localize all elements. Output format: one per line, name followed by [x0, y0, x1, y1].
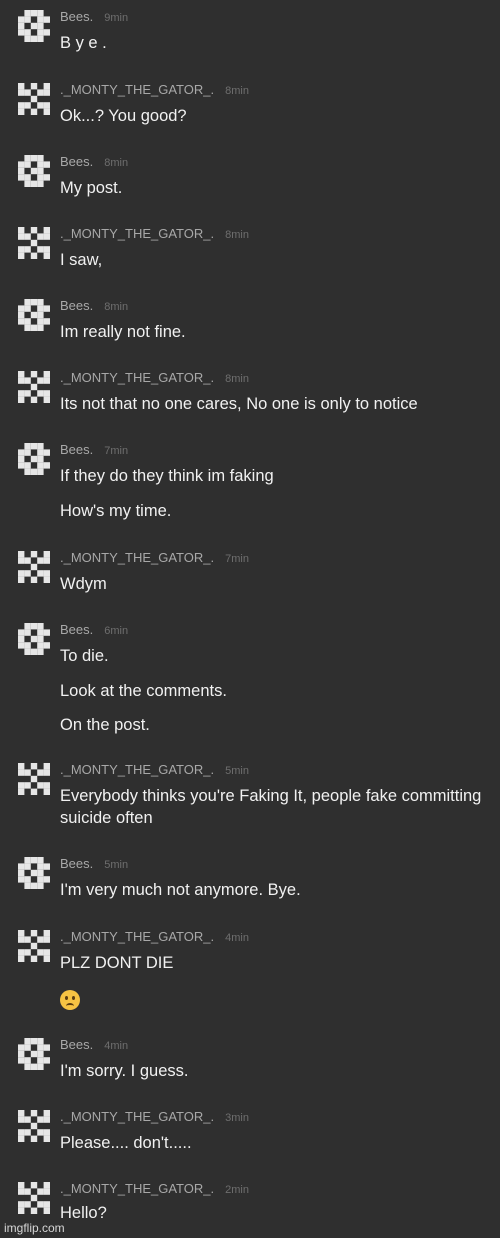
- timestamp: 5min: [225, 765, 249, 777]
- worried-face-icon: [60, 990, 80, 1010]
- message-text: To die.: [60, 647, 109, 665]
- username[interactable]: Bees.: [60, 154, 93, 169]
- username[interactable]: ._MONTY_THE_GATOR_.: [60, 550, 214, 565]
- timestamp: 7min: [104, 445, 129, 457]
- username[interactable]: Bees.: [60, 622, 93, 637]
- avatar[interactable]: [18, 857, 50, 889]
- timestamp: 8min: [225, 229, 249, 241]
- timestamp: 2min: [225, 1184, 249, 1196]
- avatar[interactable]: [18, 930, 50, 962]
- avatar[interactable]: [18, 623, 50, 655]
- username[interactable]: ._MONTY_THE_GATOR_.: [60, 929, 214, 944]
- message-text: B y e .: [60, 34, 107, 52]
- message-text: My post.: [60, 179, 123, 197]
- message-text: PLZ DONT DIE: [60, 954, 174, 972]
- emoji-message: [60, 987, 490, 1013]
- timestamp: 7min: [225, 553, 249, 565]
- message-text: I'm very much not anymore. Bye.: [60, 881, 301, 899]
- timestamp: 9min: [104, 12, 129, 24]
- username[interactable]: Bees.: [60, 442, 93, 457]
- message-text: I saw,: [60, 251, 103, 269]
- username[interactable]: ._MONTY_THE_GATOR_.: [60, 226, 214, 241]
- timestamp: 8min: [225, 85, 249, 97]
- message-header: ._MONTY_THE_GATOR_. 2min: [60, 1180, 249, 1198]
- message-header: ._MONTY_THE_GATOR_. 8min: [60, 369, 249, 387]
- username[interactable]: Bees.: [60, 856, 93, 871]
- message-header: ._MONTY_THE_GATOR_. 8min: [60, 81, 249, 99]
- message-text: Everybody thinks you're Faking It, peopl…: [60, 787, 482, 827]
- message-text: Im really not fine.: [60, 323, 186, 341]
- message-text: Its not that no one cares, No one is onl…: [60, 395, 418, 413]
- avatar[interactable]: [18, 371, 50, 403]
- avatar[interactable]: [18, 227, 50, 259]
- avatar[interactable]: [18, 551, 50, 583]
- message-header: ._MONTY_THE_GATOR_. 8min: [60, 225, 249, 243]
- username[interactable]: ._MONTY_THE_GATOR_.: [60, 1109, 214, 1124]
- message-header: ._MONTY_THE_GATOR_. 7min: [60, 549, 249, 567]
- username[interactable]: Bees.: [60, 298, 93, 313]
- timestamp: 5min: [104, 859, 129, 871]
- message-text: Ok...? You good?: [60, 107, 187, 125]
- timestamp: 3min: [225, 1112, 249, 1124]
- username[interactable]: Bees.: [60, 9, 93, 24]
- avatar[interactable]: [18, 1110, 50, 1142]
- avatar[interactable]: [18, 443, 50, 475]
- message-text: How's my time.: [60, 502, 172, 520]
- username[interactable]: ._MONTY_THE_GATOR_.: [60, 82, 214, 97]
- message-header: Bees. 4min: [60, 1036, 128, 1054]
- avatar[interactable]: [18, 299, 50, 331]
- timestamp: 8min: [225, 373, 249, 385]
- message-header: Bees. 8min: [60, 297, 128, 315]
- message-header: ._MONTY_THE_GATOR_. 4min: [60, 928, 249, 946]
- timestamp: 8min: [104, 157, 129, 169]
- message-header: Bees. 9min: [60, 8, 128, 26]
- avatar[interactable]: [18, 155, 50, 187]
- timestamp: 8min: [104, 301, 129, 313]
- message-text: Hello?: [60, 1204, 107, 1222]
- message-text: If they do they think im faking: [60, 467, 274, 485]
- message-text: Look at the comments.: [60, 682, 227, 700]
- timestamp: 6min: [104, 625, 129, 637]
- message-header: Bees. 5min: [60, 855, 128, 873]
- message-header: ._MONTY_THE_GATOR_. 3min: [60, 1108, 249, 1126]
- message-header: Bees. 8min: [60, 153, 128, 171]
- message-header: ._MONTY_THE_GATOR_. 5min: [60, 761, 249, 779]
- avatar[interactable]: [18, 10, 50, 42]
- username[interactable]: ._MONTY_THE_GATOR_.: [60, 762, 214, 777]
- message-text: Please.... don't.....: [60, 1134, 192, 1152]
- timestamp: 4min: [104, 1040, 129, 1052]
- timestamp: 4min: [225, 932, 249, 944]
- message-text: I'm sorry. I guess.: [60, 1062, 189, 1080]
- avatar[interactable]: [18, 83, 50, 115]
- avatar[interactable]: [18, 1182, 50, 1214]
- message-text: Wdym: [60, 575, 107, 593]
- message-header: Bees. 6min: [60, 621, 128, 639]
- message-header: Bees. 7min: [60, 441, 128, 459]
- avatar[interactable]: [18, 763, 50, 795]
- avatar[interactable]: [18, 1038, 50, 1070]
- username[interactable]: ._MONTY_THE_GATOR_.: [60, 1181, 214, 1196]
- username[interactable]: ._MONTY_THE_GATOR_.: [60, 370, 214, 385]
- message-text: On the post.: [60, 716, 150, 734]
- username[interactable]: Bees.: [60, 1037, 93, 1052]
- imgflip-watermark: imgflip.com: [4, 1221, 65, 1235]
